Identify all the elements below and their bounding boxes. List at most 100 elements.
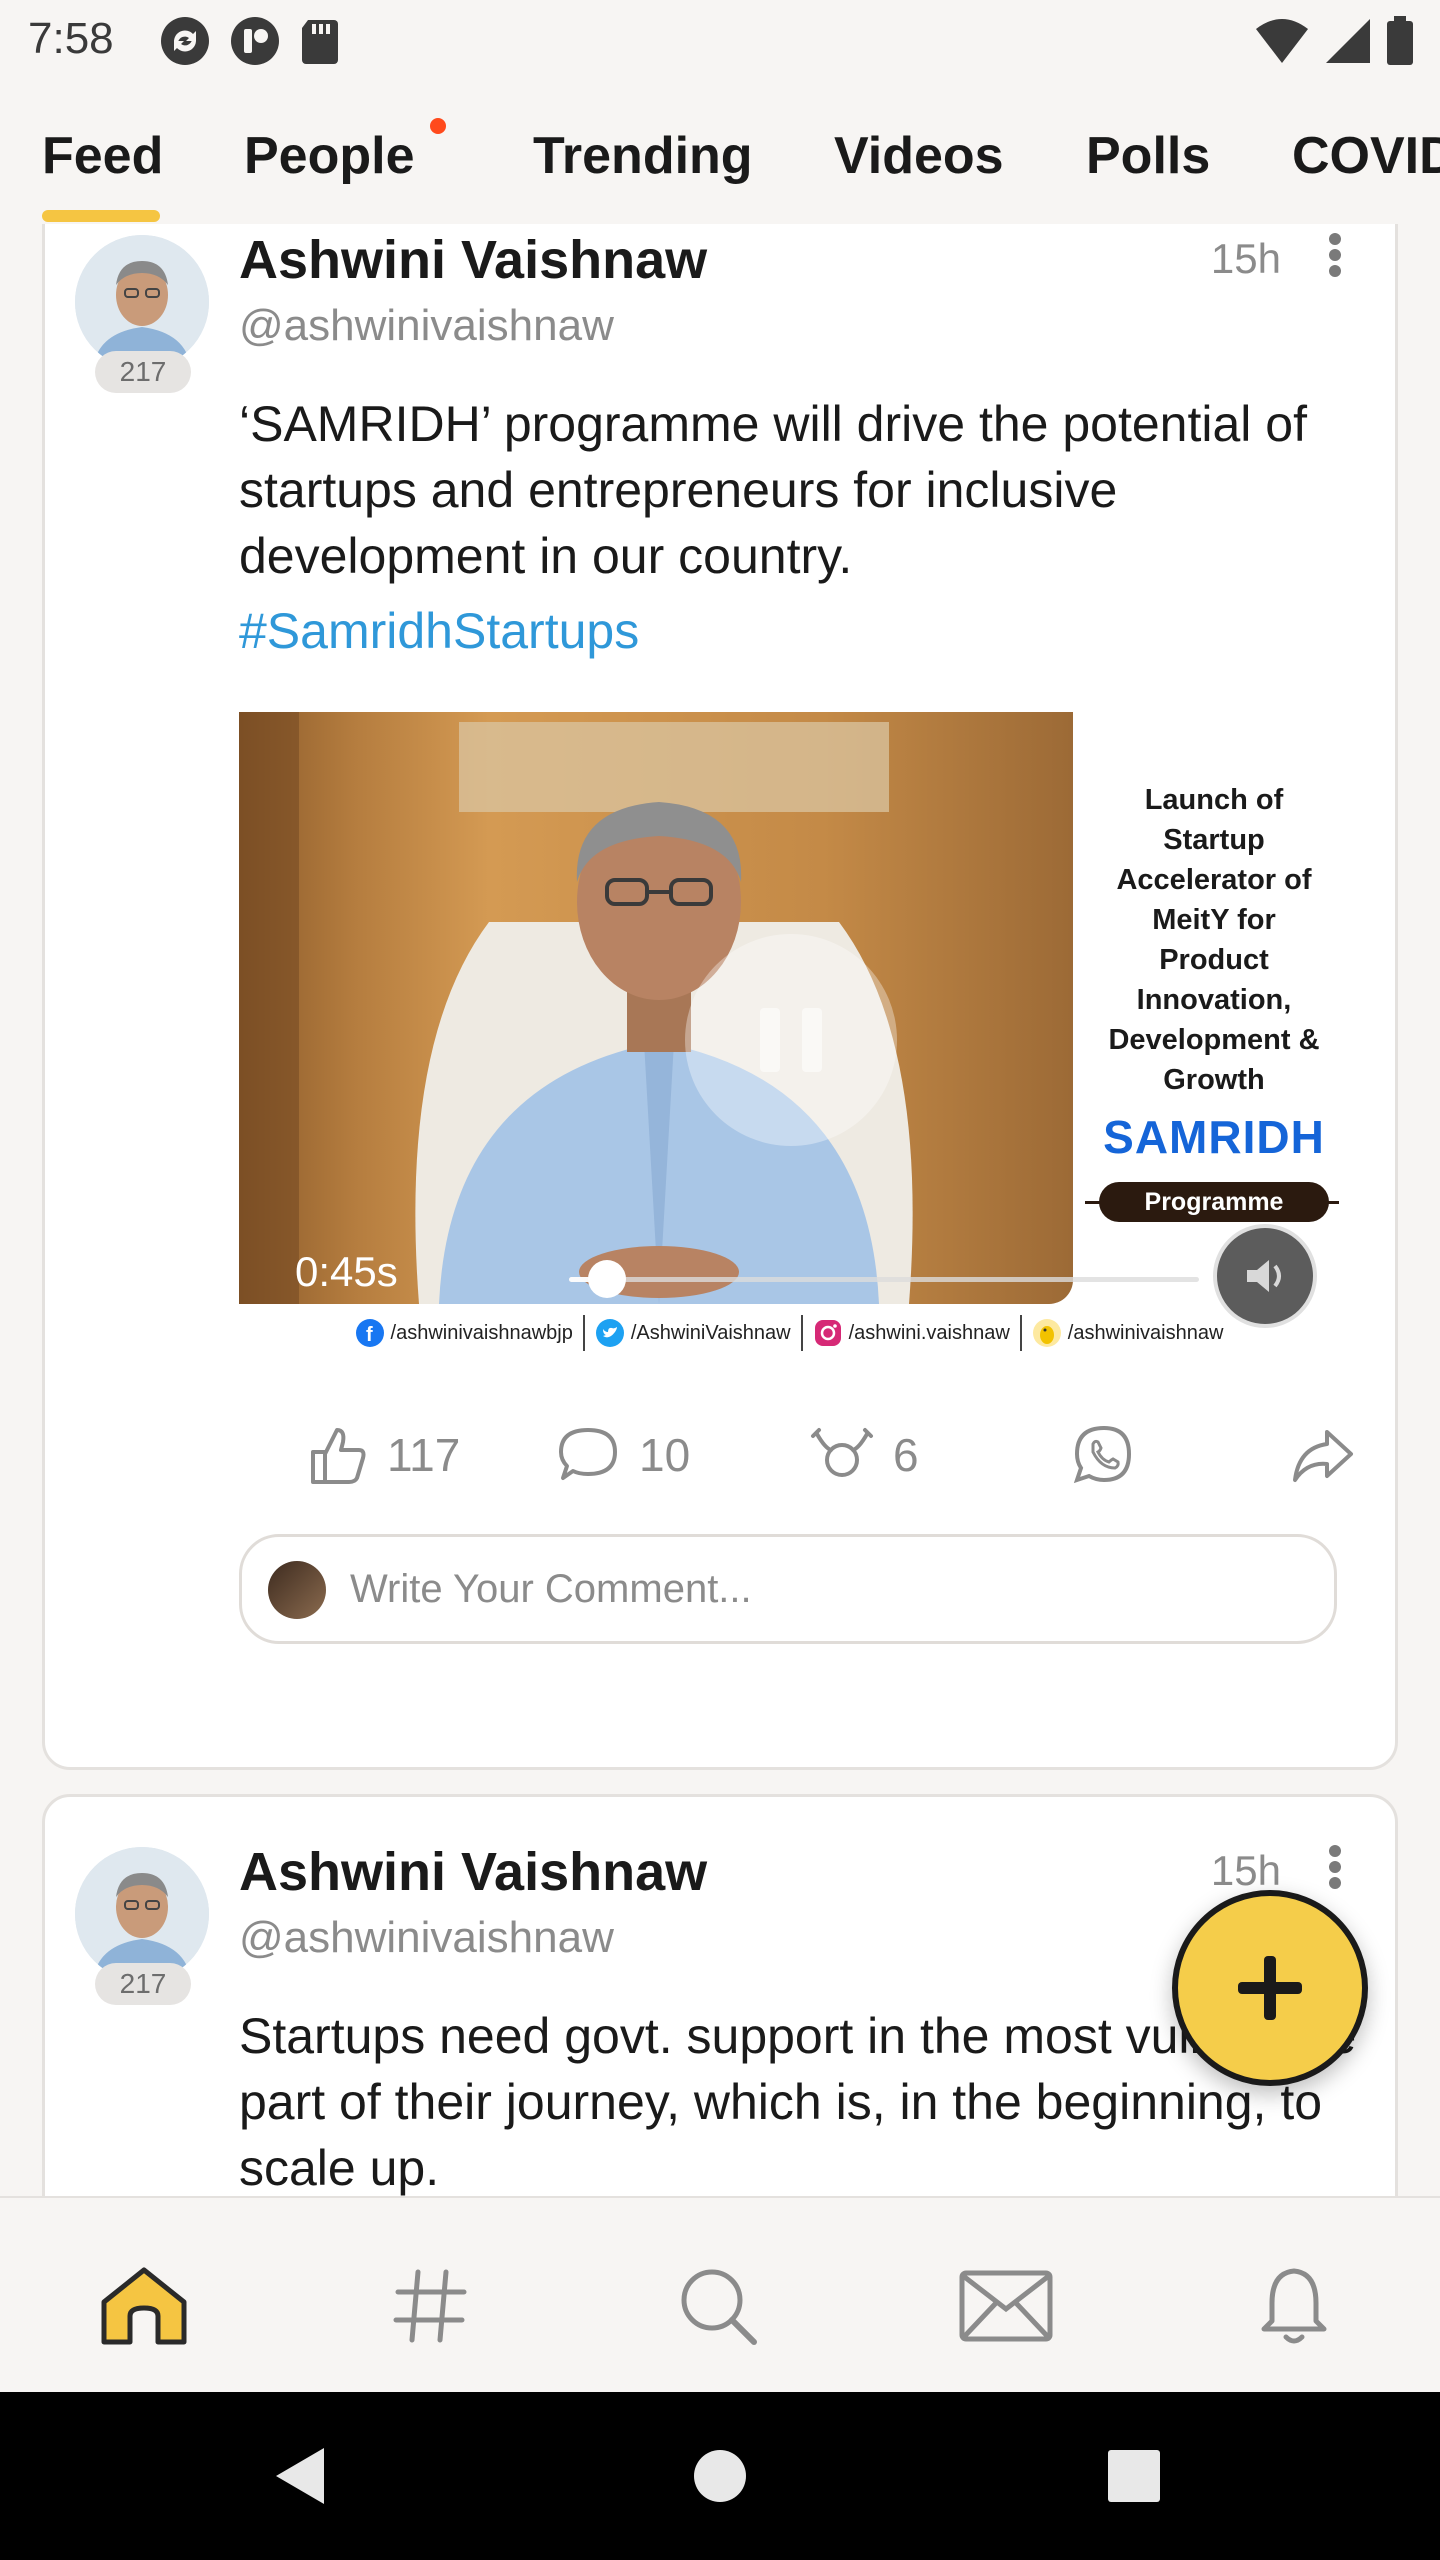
video-speaker-image (239, 712, 913, 1304)
instagram-icon (814, 1320, 841, 1346)
nav-search[interactable] (668, 2256, 768, 2356)
wifi-icon (1256, 19, 1308, 63)
instagram-link: /ashwini.vaishnaw (813, 1318, 1010, 1348)
divider (800, 1315, 803, 1351)
status-time: 7:58 (28, 14, 114, 63)
battery-icon (1387, 16, 1413, 65)
more-options-icon[interactable] (1325, 1845, 1345, 1889)
more-options-icon[interactable] (1325, 233, 1345, 277)
author-handle[interactable]: @ashwinivaishnaw (239, 1913, 614, 1963)
koo-icon (1032, 1319, 1061, 1347)
like-button[interactable]: 117 (303, 1410, 460, 1500)
create-post-button[interactable] (1172, 1890, 1368, 2086)
post-time: 15h (1210, 235, 1281, 282)
recents-square-icon (1108, 2450, 1160, 2502)
search-icon (681, 2269, 757, 2345)
comment-input[interactable]: Write Your Comment... (239, 1534, 1337, 1644)
rekoo-button[interactable]: 6 (809, 1410, 919, 1500)
plus-icon (1238, 1956, 1302, 2020)
system-recents-button[interactable] (1096, 2438, 1172, 2514)
comment-count: 10 (639, 1429, 691, 1481)
author-avatar[interactable] (75, 235, 209, 369)
whatsapp-share-button[interactable] (1071, 1410, 1137, 1500)
sd-card-icon (302, 20, 338, 64)
sync-icon (161, 17, 209, 65)
panel-line: Launch of (1144, 784, 1284, 816)
facebook-handle: /ashwinivaishnawbjp (390, 1321, 573, 1344)
panel-line: Growth (1163, 1064, 1265, 1096)
svg-text:f: f (366, 1324, 373, 1346)
comment-bubble-icon (559, 1428, 617, 1480)
divider (582, 1315, 585, 1351)
volume-icon (1247, 1260, 1281, 1292)
koo-handle: /ashwinivaishnaw (1067, 1321, 1224, 1344)
bottom-navigation (0, 2196, 1440, 2392)
twitter-icon (595, 1319, 624, 1347)
tab-videos[interactable]: Videos (834, 126, 1004, 186)
tab-trending[interactable]: Trending (533, 126, 753, 186)
status-right-icons (1254, 16, 1414, 66)
active-tab-indicator (42, 210, 160, 222)
video-progress-thumb[interactable] (587, 1260, 626, 1298)
video-progress-bar[interactable] (569, 1260, 1199, 1298)
nav-hashtag[interactable] (380, 2256, 480, 2356)
nav-notifications[interactable] (1244, 2256, 1344, 2356)
comment-button[interactable]: 10 (555, 1410, 690, 1500)
author-name[interactable]: Ashwini Vaishnaw (239, 1841, 707, 1903)
thumbs-up-icon (311, 1428, 366, 1484)
post-time: 15h (1210, 1847, 1281, 1894)
tab-people[interactable]: People (244, 126, 415, 186)
followers-badge: 217 (95, 351, 191, 393)
top-tabs: Feed People Trending Videos Polls COVID (0, 84, 1440, 224)
tab-polls[interactable]: Polls (1086, 126, 1210, 186)
video-panel-pill: Programme (1099, 1182, 1329, 1222)
home-circle-icon (694, 2450, 746, 2502)
tab-covid[interactable]: COVID (1292, 126, 1440, 186)
system-navigation-bar (0, 2392, 1440, 2560)
person-avatar-icon (75, 1847, 209, 1981)
post-actions: 117 10 6 (239, 1410, 1359, 1500)
status-bar: 7:58 (0, 0, 1440, 84)
author-avatar[interactable] (75, 1847, 209, 1981)
twitter-link: /AshwiniVaishnaw (595, 1318, 791, 1348)
tab-feed[interactable]: Feed (42, 126, 163, 186)
author-name[interactable]: Ashwini Vaishnaw (239, 229, 707, 291)
video-panel-text: Launch of Startup Accelerator of MeitY f… (1099, 780, 1329, 1100)
mail-icon (959, 2270, 1053, 2342)
notification-dot (430, 118, 446, 134)
video-player[interactable]: Launch of Startup Accelerator of MeitY f… (239, 712, 1339, 1362)
user-avatar (268, 1561, 326, 1619)
nav-messages[interactable] (956, 2256, 1056, 2356)
home-icon (101, 2267, 187, 2345)
twitter-handle: /AshwiniVaishnaw (630, 1321, 791, 1344)
video-panel-brand: SAMRIDH (1103, 1111, 1325, 1163)
status-left-icons (158, 14, 342, 68)
bell-icon (1261, 2268, 1327, 2344)
facebook-icon: f (355, 1319, 384, 1347)
mute-button[interactable] (1213, 1224, 1317, 1328)
post-card: 217 Ashwini Vaishnaw @ashwinivaishnaw 15… (42, 224, 1398, 1770)
panel-line: MeitY for (1152, 904, 1276, 936)
panel-line: Startup (1163, 824, 1265, 856)
share-arrow-icon (1293, 1430, 1353, 1482)
back-triangle-icon (276, 2448, 324, 2504)
app-icon (231, 17, 279, 65)
panel-line: Accelerator of (1116, 864, 1312, 896)
hashtag-link[interactable]: #SamridhStartups (239, 602, 639, 660)
video-elapsed-time: 0:45s (295, 1248, 398, 1295)
system-home-button[interactable] (682, 2438, 758, 2514)
followers-badge: 217 (95, 1963, 191, 2005)
nav-home[interactable] (94, 2256, 194, 2356)
koo-link: /ashwinivaishnaw (1032, 1318, 1224, 1348)
instagram-handle: /ashwini.vaishnaw (848, 1321, 1010, 1344)
video-social-strip: f /ashwinivaishnawbjp /AshwiniVaishnaw /… (239, 1304, 1339, 1362)
author-handle[interactable]: @ashwinivaishnaw (239, 301, 614, 351)
cell-signal-icon (1326, 19, 1370, 63)
pause-button[interactable] (685, 934, 897, 1146)
facebook-link: f /ashwinivaishnawbjp (355, 1318, 573, 1348)
panel-line: Development & (1108, 1024, 1320, 1056)
system-back-button[interactable] (262, 2438, 338, 2514)
hashtag-icon (393, 2269, 467, 2343)
divider (1019, 1315, 1022, 1351)
share-button[interactable] (1289, 1410, 1355, 1500)
